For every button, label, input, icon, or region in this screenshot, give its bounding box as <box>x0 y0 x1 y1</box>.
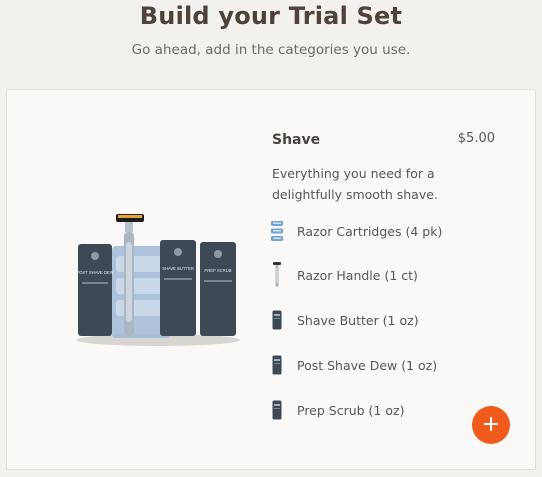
list-item-prep-scrub: Prep Scrub (1 oz) <box>270 395 404 425</box>
item-label: Razor Cartridges (4 pk) <box>297 223 443 239</box>
tube-icon <box>270 395 284 425</box>
add-category-button[interactable] <box>472 406 510 444</box>
category-name: Shave <box>272 132 321 148</box>
plus-icon <box>483 416 499 435</box>
product-tube-label-3: PREP SCRUB <box>204 268 231 273</box>
page-subtitle: Go ahead, add in the categories you use. <box>131 42 411 58</box>
list-item-shave-butter: Shave Butter (1 oz) <box>270 305 419 335</box>
item-label: Shave Butter (1 oz) <box>297 312 419 328</box>
item-label: Post Shave Dew (1 oz) <box>297 357 438 373</box>
list-item-razor-cartridges: Razor Cartridges (4 pk) <box>270 216 442 246</box>
shave-kit-product-image: POST SHAVE DEW SHAVE BUTTER PREP SCRUB <box>68 212 248 348</box>
list-item-post-shave-dew: Post Shave Dew (1 oz) <box>270 350 437 380</box>
tube-icon <box>270 350 284 380</box>
list-item-razor-handle: Razor Handle (1 ct) <box>270 260 418 290</box>
category-price: $5.00 <box>457 131 495 146</box>
item-label: Prep Scrub (1 oz) <box>297 402 405 418</box>
razor-cartridge-icon <box>270 216 284 246</box>
product-tube-label-1: POST SHAVE DEW <box>76 270 113 275</box>
product-tube-label-2: SHAVE BUTTER <box>162 266 194 271</box>
category-description: Everything you need for a delightfully s… <box>272 166 438 202</box>
page-title: Build your Trial Set <box>139 2 403 30</box>
tube-icon <box>270 305 284 335</box>
item-label: Razor Handle (1 ct) <box>297 267 418 283</box>
razor-handle-icon <box>270 260 284 290</box>
